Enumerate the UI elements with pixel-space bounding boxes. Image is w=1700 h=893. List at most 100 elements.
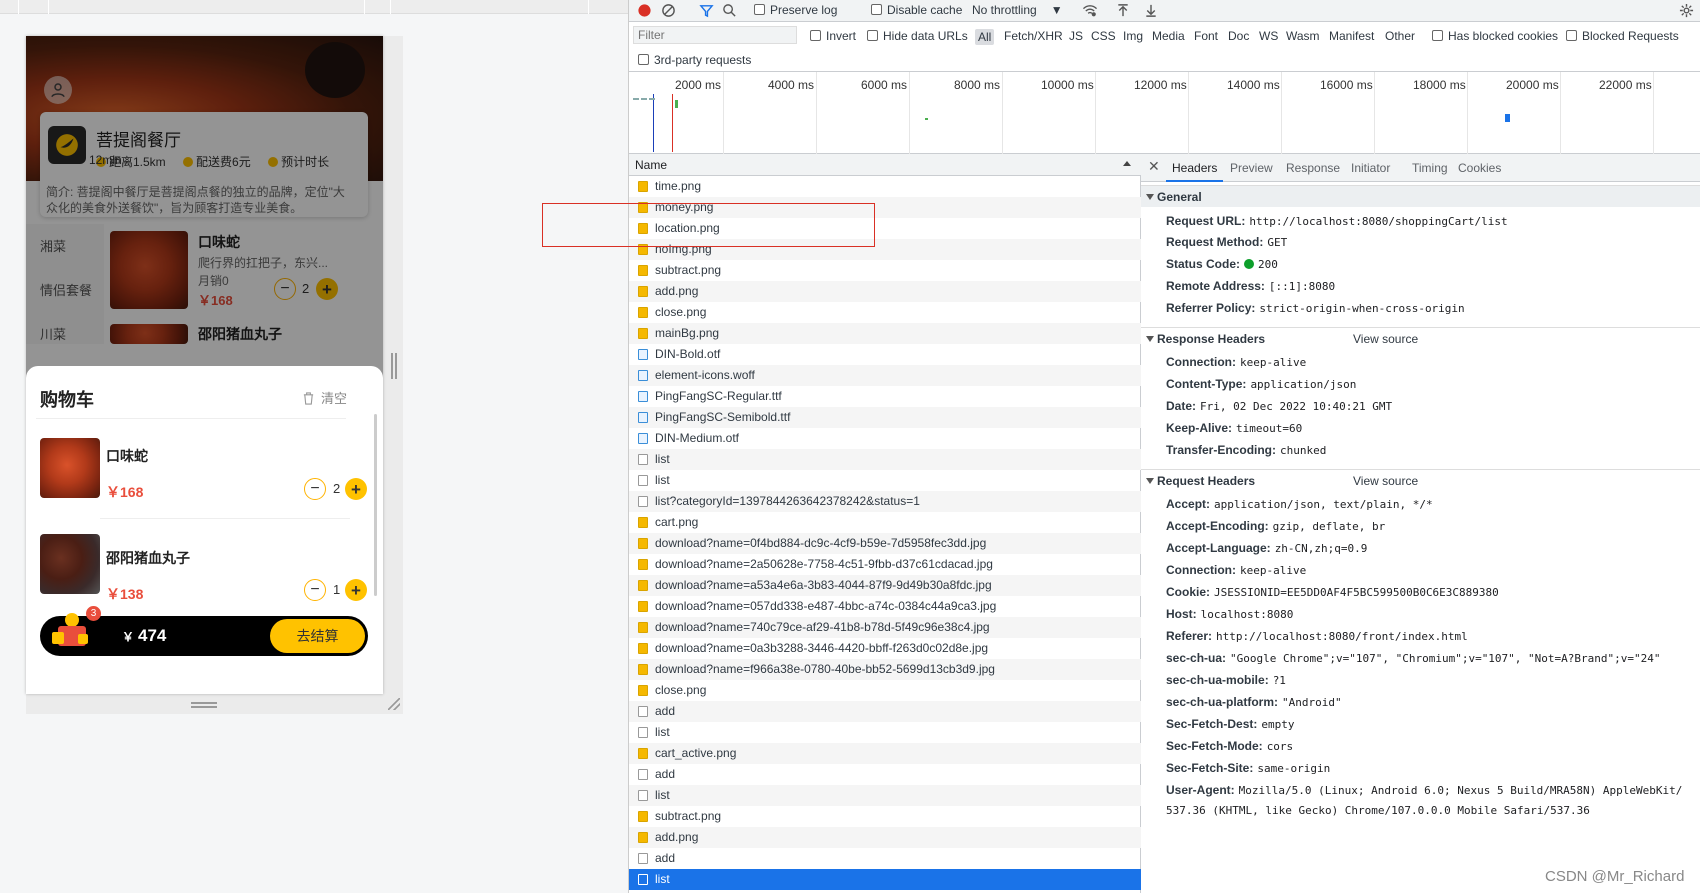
request-row[interactable]: download?name=740c79ce-af29-41b8-b78d-5f… <box>629 617 1141 638</box>
cart-scrollbar[interactable] <box>374 414 377 596</box>
request-row[interactable]: add <box>629 701 1141 722</box>
hide-data-urls-checkbox[interactable]: Hide data URLs <box>867 29 968 43</box>
general-section-header[interactable]: General <box>1141 185 1700 207</box>
header-row: sec-ch-ua-mobile: ?1 <box>1166 673 1286 687</box>
type-filter-ws[interactable]: WS <box>1259 29 1278 43</box>
filter-input[interactable] <box>633 26 797 44</box>
header-key: User-Agent: <box>1166 783 1235 797</box>
request-row[interactable]: list <box>629 449 1141 470</box>
request-row[interactable]: add <box>629 848 1141 869</box>
type-filter-wasm[interactable]: Wasm <box>1286 29 1320 43</box>
type-filter-fetch-xhr[interactable]: Fetch/XHR <box>1004 29 1063 43</box>
header-row: Remote Address: [::1]:8080 <box>1166 279 1335 293</box>
request-row[interactable]: list <box>629 785 1141 806</box>
request-row[interactable]: download?name=2a50628e-7758-4c51-9fbb-d3… <box>629 554 1141 575</box>
increase-button[interactable]: + <box>345 579 367 601</box>
request-row[interactable]: list <box>629 722 1141 743</box>
type-filter-other[interactable]: Other <box>1385 29 1415 43</box>
request-row[interactable]: subtract.png <box>629 806 1141 827</box>
tab-response[interactable]: Response <box>1286 161 1340 175</box>
tab-timing[interactable]: Timing <box>1412 161 1448 175</box>
request-row[interactable]: download?name=0f4bd884-dc9c-4cf9-b59e-7d… <box>629 533 1141 554</box>
request-row[interactable]: DIN-Bold.otf <box>629 344 1141 365</box>
vertical-resize-handle[interactable] <box>191 702 217 708</box>
disable-cache-checkbox[interactable]: Disable cache <box>871 3 962 17</box>
request-row[interactable]: add.png <box>629 281 1141 302</box>
tab-preview[interactable]: Preview <box>1230 161 1273 175</box>
network-timeline-overview[interactable]: 2000 ms 4000 ms 6000 ms 8000 ms 10000 ms… <box>629 72 1700 154</box>
request-row[interactable]: mainBg.png <box>629 323 1141 344</box>
request-row[interactable]: PingFangSC-Semibold.ttf <box>629 407 1141 428</box>
request-row[interactable]: list?categoryId=1397844263642378242&stat… <box>629 491 1141 512</box>
import-har-icon[interactable] <box>1116 3 1130 18</box>
request-list-header[interactable]: Name <box>629 154 1141 176</box>
decrease-button[interactable]: − <box>304 579 326 601</box>
request-row[interactable]: add <box>629 764 1141 785</box>
preserve-log-checkbox[interactable]: Preserve log <box>754 3 837 17</box>
decrease-button[interactable]: − <box>304 478 326 500</box>
record-icon[interactable] <box>637 3 652 18</box>
request-row[interactable]: element-icons.woff <box>629 365 1141 386</box>
type-filter-doc[interactable]: Doc <box>1228 29 1249 43</box>
request-row[interactable]: download?name=a53a4e6a-3b83-4044-87f9-9d… <box>629 575 1141 596</box>
header-value: strict-origin-when-cross-origin <box>1259 302 1465 315</box>
type-filter-js[interactable]: JS <box>1069 29 1083 43</box>
header-value: JSESSIONID=EE5DD0AF4F5BC599500B0C6E3C889… <box>1214 586 1499 599</box>
request-headers-section-header[interactable]: Request Headers View source <box>1141 469 1700 491</box>
view-source-link[interactable]: View source <box>1353 332 1418 346</box>
export-har-icon[interactable] <box>1144 3 1158 18</box>
type-filter-img[interactable]: Img <box>1123 29 1143 43</box>
font-file-icon <box>638 412 648 423</box>
request-name: download?name=0a3b3288-3446-4420-bbff-f2… <box>655 641 989 655</box>
header-key: Sec-Fetch-Mode: <box>1166 739 1263 753</box>
invert-checkbox[interactable]: Invert <box>810 29 856 43</box>
request-row[interactable]: download?name=0a3b3288-3446-4420-bbff-f2… <box>629 638 1141 659</box>
header-key: Accept: <box>1166 497 1211 511</box>
request-row[interactable]: time.png <box>629 176 1141 197</box>
header-key: Host: <box>1166 607 1197 621</box>
clear-icon[interactable] <box>661 3 676 18</box>
type-filter-font[interactable]: Font <box>1194 29 1218 43</box>
tab-initiator[interactable]: Initiator <box>1351 161 1390 175</box>
request-row[interactable]: close.png <box>629 302 1141 323</box>
image-file-icon <box>638 265 648 276</box>
network-conditions-icon[interactable] <box>1081 3 1099 18</box>
has-blocked-cookies-checkbox[interactable]: Has blocked cookies <box>1432 29 1558 43</box>
header-value: http://localhost:8080/front/index.html <box>1216 630 1468 643</box>
header-key: Status Code: <box>1166 257 1241 271</box>
request-row[interactable]: close.png <box>629 680 1141 701</box>
filter-icon[interactable] <box>699 3 714 18</box>
preserve-log-label: Preserve log <box>770 3 838 17</box>
tab-headers[interactable]: Headers <box>1172 161 1217 175</box>
third-party-checkbox[interactable]: 3rd-party requests <box>638 53 751 67</box>
header-value: keep-alive <box>1240 356 1307 369</box>
increase-button[interactable]: + <box>345 478 367 500</box>
tab-cookies[interactable]: Cookies <box>1458 161 1501 175</box>
request-row[interactable]: cart.png <box>629 512 1141 533</box>
gear-icon[interactable] <box>1679 3 1694 18</box>
search-icon[interactable] <box>722 3 737 18</box>
horizontal-resize-handle[interactable] <box>391 353 397 379</box>
clear-cart-button[interactable]: 清空 <box>302 388 347 407</box>
close-icon[interactable]: ✕ <box>1148 158 1160 175</box>
throttling-select[interactable]: No throttling ▼ <box>972 3 1063 17</box>
request-row[interactable]: cart_active.png <box>629 743 1141 764</box>
request-row[interactable]: list <box>629 869 1141 890</box>
checkout-button[interactable]: 去结算 <box>270 619 365 653</box>
timeline-tick-label: 8000 ms <box>954 78 1001 92</box>
corner-resize-handle[interactable] <box>388 698 400 710</box>
type-filter-manifest[interactable]: Manifest <box>1329 29 1374 43</box>
blocked-requests-checkbox[interactable]: Blocked Requests <box>1566 29 1679 43</box>
request-row[interactable]: download?name=f966a38e-0780-40be-bb52-56… <box>629 659 1141 680</box>
type-filter-css[interactable]: CSS <box>1091 29 1116 43</box>
type-filter-all[interactable]: All <box>975 29 995 45</box>
view-source-link[interactable]: View source <box>1353 474 1418 488</box>
request-row[interactable]: subtract.png <box>629 260 1141 281</box>
request-row[interactable]: download?name=057dd338-e487-4bbc-a74c-03… <box>629 596 1141 617</box>
request-row[interactable]: list <box>629 470 1141 491</box>
type-filter-media[interactable]: Media <box>1152 29 1185 43</box>
request-row[interactable]: PingFangSC-Regular.ttf <box>629 386 1141 407</box>
response-headers-section-header[interactable]: Response Headers View source <box>1141 327 1700 349</box>
request-row[interactable]: DIN-Medium.otf <box>629 428 1141 449</box>
request-row[interactable]: add.png <box>629 827 1141 848</box>
